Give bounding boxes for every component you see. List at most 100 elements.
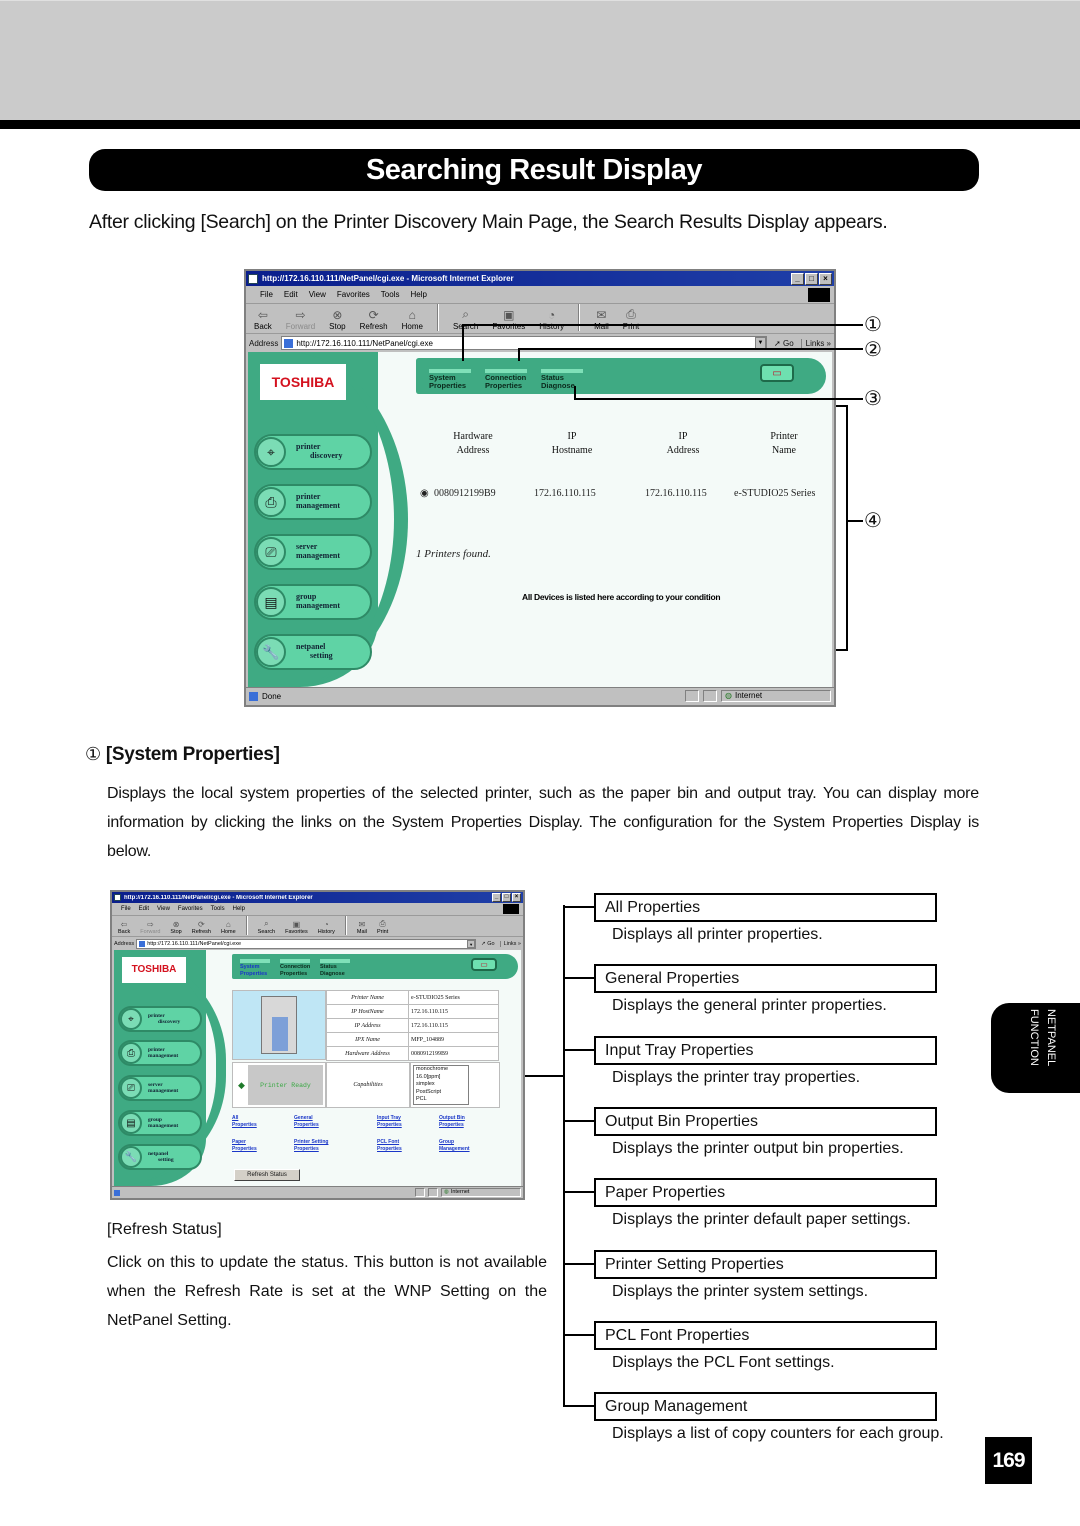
menu-view[interactable]: View xyxy=(309,290,326,299)
tab-connection-properties[interactable]: Connection Properties xyxy=(485,368,531,391)
toshiba-logo: TOSHIBA xyxy=(260,364,346,400)
links-button[interactable]: Links » xyxy=(800,338,831,348)
stop-button[interactable]: ⊗ Stop xyxy=(170,920,181,935)
link-output-bin-properties[interactable]: Output Bin Properties xyxy=(439,1115,465,1129)
go-button[interactable]: ➚ Go xyxy=(770,339,798,348)
chapter-tab: NETPANEL FUNCTION xyxy=(991,1003,1080,1093)
favorites-button[interactable]: ▣ Favorites xyxy=(285,920,308,935)
stop-button[interactable]: ⊗ Stop xyxy=(329,308,345,331)
link-paper-properties[interactable]: Paper Properties xyxy=(232,1139,257,1153)
nav-netpanel-setting[interactable]: 🔧 netpanel setting xyxy=(118,1144,202,1170)
tab-status-diagnose[interactable]: Status Diagnose xyxy=(541,368,587,391)
forward-button[interactable]: ⇨ Forward xyxy=(286,308,315,331)
menu-tools[interactable]: Tools xyxy=(211,906,225,912)
status-bar: ◍ Internet xyxy=(112,1186,523,1198)
home-button[interactable]: ⌂ Home xyxy=(221,920,236,935)
mail-icon: ✉ xyxy=(358,920,366,929)
nav-printer-management[interactable]: ⎙ printer management xyxy=(118,1040,202,1066)
address-label: Address xyxy=(114,940,135,947)
favorites-button[interactable]: ▣ Favorites xyxy=(492,308,525,331)
printers-group-icon: ▤ xyxy=(256,587,286,617)
callout-4: ④ xyxy=(864,508,882,532)
close-button[interactable]: × xyxy=(512,893,521,902)
intro-text: After clicking [Search] on the Printer D… xyxy=(89,211,888,233)
back-button[interactable]: ⇦ Back xyxy=(118,920,130,935)
toolbar-separator xyxy=(245,916,248,935)
results-header-ip-address: IP Address xyxy=(666,431,700,456)
refresh-button[interactable]: ⟳ Refresh xyxy=(192,920,211,935)
link-printer-setting-properties[interactable]: Printer Setting Properties xyxy=(294,1139,328,1153)
capabilities-listbox[interactable]: monochrome 16.0[ppm] simplex PostScript … xyxy=(413,1065,469,1105)
list-item: simplex xyxy=(416,1081,435,1087)
link-general-properties[interactable]: General Properties xyxy=(294,1115,319,1129)
home-button[interactable]: ⌂ Home xyxy=(402,308,423,331)
minimize-button[interactable]: _ xyxy=(492,893,501,902)
nav-printer-discovery[interactable]: ⌖ printer discovery xyxy=(118,1006,202,1032)
nav-server-management[interactable]: ⎚ server management xyxy=(118,1075,202,1101)
tree-branch xyxy=(563,977,595,979)
search-button[interactable]: ⌕ Search xyxy=(258,919,275,935)
go-button[interactable]: ➚ Go xyxy=(478,941,497,947)
globe-icon: ◍ xyxy=(725,691,732,701)
help-book-icon[interactable]: ▭ xyxy=(760,364,794,382)
menu-favorites[interactable]: Favorites xyxy=(337,290,370,299)
results-header-printer-name: Printer Name xyxy=(770,431,798,456)
link-group-management[interactable]: Group Management xyxy=(439,1139,470,1153)
mail-button[interactable]: ✉ Mail xyxy=(594,308,609,331)
menu-edit[interactable]: Edit xyxy=(284,290,298,299)
nav-server-management[interactable]: ⎚ server management xyxy=(254,534,372,570)
menu-edit[interactable]: Edit xyxy=(139,906,149,912)
menu-view[interactable]: View xyxy=(157,906,170,912)
nav-group-management[interactable]: ▤ group management xyxy=(254,584,372,620)
link-all-properties[interactable]: All Properties xyxy=(232,1115,257,1129)
nav-netpanel-setting[interactable]: 🔧 netpanel setting xyxy=(254,634,372,670)
mail-button[interactable]: ✉ Mail xyxy=(357,920,367,935)
link-pcl-font-properties[interactable]: PCL Font Properties xyxy=(377,1139,402,1153)
forward-button[interactable]: ⇨ Forward xyxy=(140,920,160,935)
property-item-label: Printer Setting Properties xyxy=(594,1250,937,1279)
page-done-icon xyxy=(249,691,258,701)
tab-status-diagnose[interactable]: Status Diagnose xyxy=(320,959,354,977)
status-cell xyxy=(428,1188,438,1197)
table-row: IPX Name MFP_104889 xyxy=(326,1032,499,1047)
history-button[interactable]: ◔ History xyxy=(539,308,564,331)
menu-file[interactable]: File xyxy=(260,290,273,299)
back-button[interactable]: ⇦ Back xyxy=(254,308,272,331)
print-button[interactable]: ⎙ Print xyxy=(623,307,639,331)
close-button[interactable]: × xyxy=(819,272,832,285)
history-button[interactable]: ◔ History xyxy=(318,920,335,935)
nav-group-management[interactable]: ▤ group management xyxy=(118,1110,202,1136)
refresh-status-button[interactable]: Refresh Status xyxy=(234,1169,300,1181)
print-button[interactable]: ⎙ Print xyxy=(377,919,388,935)
minimize-button[interactable]: _ xyxy=(791,272,804,285)
search-button[interactable]: ⌕ Search xyxy=(453,307,478,331)
links-button[interactable]: Links » xyxy=(499,940,521,947)
menu-bar: File Edit View Favorites Tools Help xyxy=(112,903,523,916)
address-dropdown-button[interactable]: ▼ xyxy=(467,939,476,948)
nav-printer-management[interactable]: ⎙ printer management xyxy=(254,484,372,520)
nav-printer-discovery[interactable]: ⌖ printer discovery xyxy=(254,434,372,470)
address-input[interactable]: http://172.16.110.111/NetPanel/cgi.exe ▼ xyxy=(136,938,477,949)
windows-logo-icon xyxy=(808,287,830,302)
toolbar: ⇦ Back ⇨ Forward ⊗ Stop ⟳ Refresh ⌂ Home ⌕ Sea… xyxy=(112,916,523,937)
printer-radio-button[interactable]: ◉ xyxy=(420,488,429,499)
maximize-button[interactable]: □ xyxy=(502,893,511,902)
link-input-tray-properties[interactable]: Input Tray Properties xyxy=(377,1115,402,1129)
tab-connection-properties[interactable]: Connection Properties xyxy=(280,959,314,977)
tab-system-properties[interactable]: System Properties xyxy=(240,959,274,977)
menu-file[interactable]: File xyxy=(121,906,131,912)
tab-system-properties[interactable]: System Properties xyxy=(429,368,475,391)
back-arrow-icon: ⇦ xyxy=(120,920,128,929)
property-item-label: General Properties xyxy=(594,964,937,993)
home-icon: ⌂ xyxy=(225,920,231,929)
menu-favorites[interactable]: Favorites xyxy=(178,906,203,912)
help-book-icon[interactable]: ▭ xyxy=(471,958,497,971)
refresh-button[interactable]: ⟳ Refresh xyxy=(360,308,388,331)
tree-branch xyxy=(563,1120,595,1122)
windows-logo-icon xyxy=(503,904,519,914)
tree-connector xyxy=(525,1075,565,1077)
menu-tools[interactable]: Tools xyxy=(381,290,400,299)
maximize-button[interactable]: □ xyxy=(805,272,818,285)
menu-help[interactable]: Help xyxy=(410,290,426,299)
menu-help[interactable]: Help xyxy=(233,906,245,912)
